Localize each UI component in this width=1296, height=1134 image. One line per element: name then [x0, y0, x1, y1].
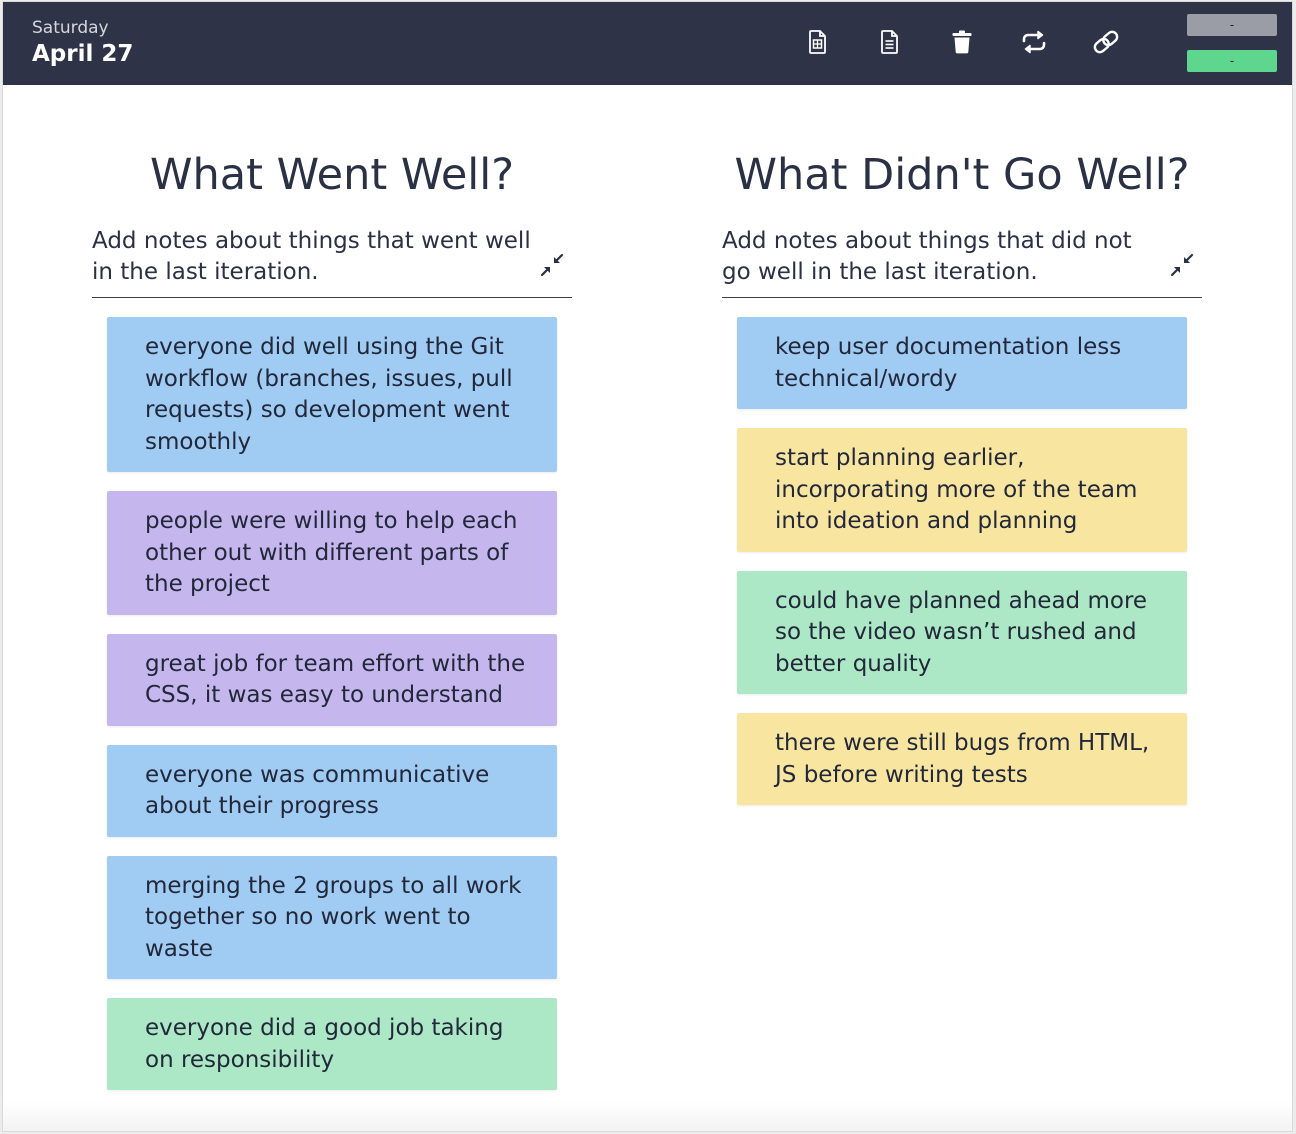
export-spreadsheet-button[interactable]	[802, 26, 834, 58]
app-window: Saturday April 27 - - What Went Well? Ad…	[2, 1, 1293, 1132]
export-document-button[interactable]	[874, 26, 906, 58]
bottom-fade	[3, 1101, 1292, 1131]
trash-icon	[952, 30, 972, 54]
copy-link-button[interactable]	[1090, 26, 1122, 58]
column-header: Add notes about things that did not go w…	[722, 226, 1202, 298]
note-card[interactable]: people were willing to help each other o…	[107, 491, 557, 615]
date-label: April 27	[32, 41, 134, 67]
status-pill-bottom[interactable]: -	[1187, 50, 1277, 72]
note-card[interactable]: great job for team effort with the CSS, …	[107, 633, 557, 726]
note-card[interactable]: keep user documentation less technical/w…	[737, 317, 1187, 409]
status-pill-top[interactable]: -	[1187, 14, 1277, 36]
note-list: keep user documentation less technical/w…	[722, 317, 1202, 805]
collapse-button[interactable]	[540, 253, 564, 277]
link-icon	[1093, 30, 1119, 54]
column-went-well: What Went Well? Add notes about things t…	[92, 142, 572, 1109]
collapse-button[interactable]	[1170, 253, 1194, 277]
delete-board-button[interactable]	[946, 26, 978, 58]
refresh-button[interactable]	[1018, 26, 1050, 58]
note-card[interactable]: merging the 2 groups to all work togethe…	[107, 855, 557, 979]
note-card[interactable]: everyone was communicative about their p…	[107, 744, 557, 837]
header-bar: Saturday April 27 - -	[3, 2, 1292, 85]
note-card[interactable]: could have planned ahead more so the vid…	[737, 570, 1187, 694]
document-icon	[881, 30, 898, 54]
column-title: What Didn't Go Well?	[734, 150, 1190, 200]
column-title: What Went Well?	[149, 150, 515, 200]
note-card[interactable]: everyone did a good job taking on respon…	[107, 998, 557, 1090]
note-list: everyone did well using the Git workflow…	[92, 317, 572, 1090]
spreadsheet-icon	[809, 30, 826, 54]
compress-arrows-icon	[540, 253, 564, 277]
repeat-icon	[1022, 30, 1046, 54]
compress-arrows-icon	[1170, 253, 1194, 277]
column-subtitle: Add notes about things that went well in…	[92, 228, 531, 285]
column-header: Add notes about things that went well in…	[92, 226, 572, 298]
weekday-label: Saturday	[32, 18, 109, 38]
column-didnt-go-well: What Didn't Go Well? Add notes about thi…	[722, 142, 1202, 824]
note-card[interactable]: start planning earlier, incorporating mo…	[737, 428, 1187, 552]
note-card[interactable]: there were still bugs from HTML, JS befo…	[737, 713, 1187, 805]
column-subtitle: Add notes about things that did not go w…	[722, 228, 1132, 285]
note-card[interactable]: everyone did well using the Git workflow…	[107, 317, 557, 472]
